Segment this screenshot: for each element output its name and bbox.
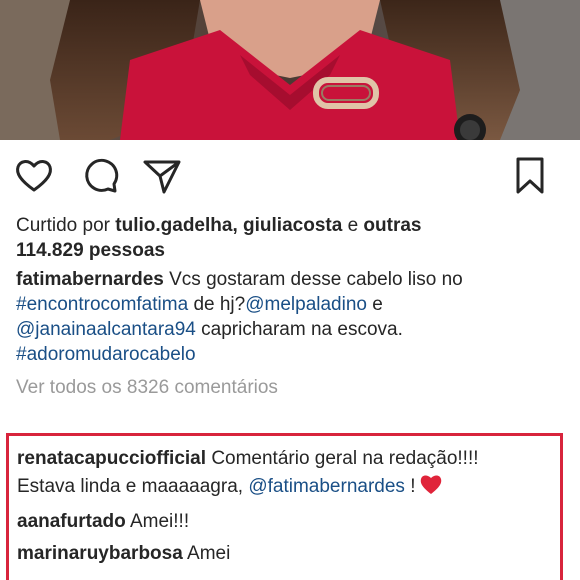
caption-author-username[interactable]: fatimabernardes: [16, 269, 164, 290]
hashtag-link[interactable]: #adoromudarocabelo: [16, 344, 196, 365]
red-heart-icon: [419, 473, 443, 504]
likes-separator: ,: [232, 215, 238, 236]
comment-item: aanafurtado Amei!!!: [17, 508, 560, 536]
comment-item: marinaruybarbosa Amei: [17, 540, 560, 568]
post-action-bar: [0, 150, 580, 202]
speech-bubble-icon[interactable]: [80, 156, 120, 196]
likes-others-link[interactable]: outras: [363, 215, 421, 236]
liker-username[interactable]: tulio.gadelha: [115, 215, 232, 236]
heart-outline-icon[interactable]: [14, 156, 54, 196]
comment-item: renatacapucciofficial Comentário geral n…: [17, 445, 560, 504]
caption-text: e: [372, 294, 383, 315]
comment-text: Comentário geral na redação!!!!: [211, 448, 479, 469]
bookmark-icon[interactable]: [510, 156, 550, 196]
liker-username[interactable]: giuliacosta: [243, 215, 342, 236]
post-text-section: Curtido por tulio.gadelha, giuliacosta e…: [16, 213, 572, 400]
comment-text: !: [410, 476, 416, 497]
comment-username[interactable]: marinaruybarbosa: [17, 543, 183, 564]
comment-username[interactable]: aanafurtado: [17, 511, 126, 532]
comment-text: Estava linda e maaaaagra,: [17, 476, 244, 497]
comment-text: Amei: [187, 543, 231, 564]
post-photo[interactable]: [0, 0, 580, 140]
post-caption: fatimabernardes Vcs gostaram desse cabel…: [16, 267, 572, 367]
instagram-post: Curtido por tulio.gadelha, giuliacosta e…: [0, 0, 580, 580]
mention-link[interactable]: @melpaladino: [245, 294, 367, 315]
comment-text: Amei!!!: [129, 511, 190, 532]
hashtag-link[interactable]: #encontrocomfatima: [16, 294, 188, 315]
comment-username[interactable]: renatacapucciofficial: [17, 448, 206, 469]
mention-link[interactable]: @fatimabernardes: [248, 476, 405, 497]
likes-conjunction: e: [347, 215, 359, 236]
view-all-comments-link[interactable]: Ver todos os 8326 comentários: [16, 375, 572, 400]
mention-link[interactable]: @janainaalcantara94: [16, 319, 196, 340]
likes-prefix: Curtido por: [16, 215, 110, 236]
post-photo-graphic: [0, 0, 580, 140]
likes-count[interactable]: 114.829 pessoas: [16, 240, 165, 261]
paper-plane-icon[interactable]: [142, 156, 182, 196]
likes-summary: Curtido por tulio.gadelha, giuliacosta e…: [16, 213, 572, 263]
highlighted-comments: renatacapucciofficial Comentário geral n…: [6, 433, 563, 580]
caption-text: Vcs gostaram desse cabelo liso no: [169, 269, 463, 290]
caption-text: capricharam na escova.: [201, 319, 403, 340]
caption-text: de hj?: [193, 294, 246, 315]
